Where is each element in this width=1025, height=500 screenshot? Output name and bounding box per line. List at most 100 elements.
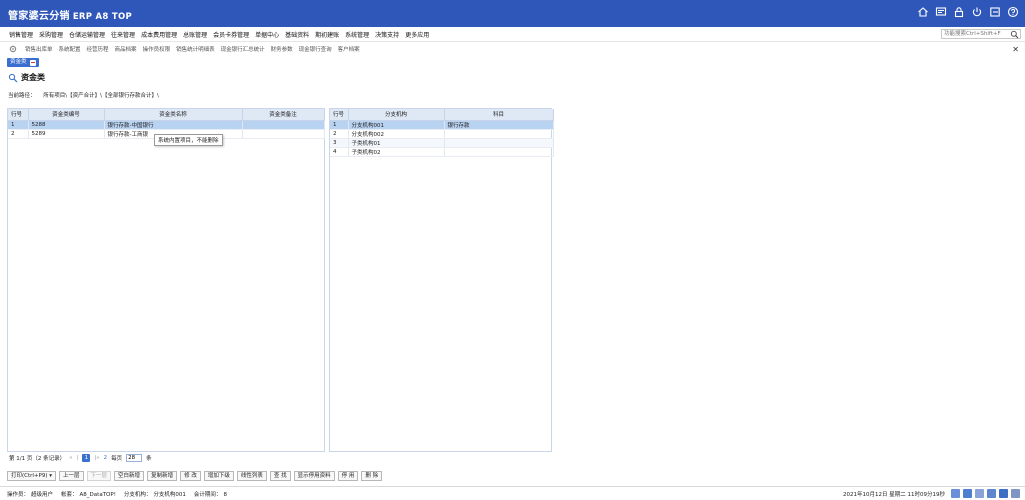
grid-icon[interactable] [999, 489, 1008, 498]
branch-cell[interactable]: 分支机构002 [348, 129, 445, 139]
help-icon[interactable] [1007, 6, 1019, 18]
breadcrumb-path[interactable]: 所有项目\【资产合计】\【全部银行存款合计】\ [43, 93, 159, 99]
menu-item[interactable]: 成本费用管理 [141, 30, 177, 39]
message-icon[interactable] [935, 6, 947, 18]
column-header[interactable]: 资金类编号 [28, 109, 105, 121]
toolbar-button[interactable]: 查 找 [269, 471, 291, 481]
fund-remark-cell[interactable] [242, 120, 325, 130]
table-row[interactable]: 2 分支机构002 [330, 129, 554, 139]
quick-link[interactable]: 经营历程 [87, 45, 109, 53]
tab-label: 资金类 [10, 59, 27, 65]
function-search[interactable] [941, 29, 1021, 39]
toolbar-button[interactable]: 显示停用资料 [293, 471, 335, 481]
power-icon[interactable] [971, 6, 983, 18]
search-icon[interactable] [1010, 30, 1019, 39]
fund-class-grid[interactable]: 行号 资金类编号 资金类名称 资金类备注 1 5288 银行存款-中国银行 2 … [7, 108, 325, 452]
menu-item[interactable]: 总账管理 [183, 30, 207, 39]
menu-item[interactable]: 更多应用 [405, 30, 429, 39]
column-header[interactable]: 资金类备注 [242, 109, 325, 121]
account-subject-cell[interactable] [444, 129, 554, 139]
quick-link[interactable]: 操作员权限 [143, 45, 171, 53]
branch-grid[interactable]: 行号 分支机构 科目 1 分支机构001 银行存款 2 分支机构002 3 子类… [329, 108, 554, 452]
prev-page-button[interactable]: | [76, 455, 78, 461]
period-label: 会计期间： [193, 492, 222, 498]
toolbar-button[interactable]: 上一层 [59, 471, 84, 481]
notepad-icon[interactable] [975, 489, 984, 498]
gear-icon[interactable] [9, 45, 17, 53]
calendar-icon[interactable] [963, 489, 972, 498]
quick-link[interactable]: 客户档案 [338, 45, 360, 53]
period-value: 8 [223, 492, 227, 498]
lock-icon[interactable] [953, 6, 965, 18]
menu-item[interactable]: 单据中心 [255, 30, 279, 39]
status-info: 操作员： 超级用户 帐套： A8_DataTOP! 分支机构： 分支机构001 会计期… [7, 490, 227, 498]
tab-active[interactable]: 资金类 [7, 58, 39, 67]
branch-cell[interactable]: 子类机构01 [348, 138, 445, 148]
quick-link[interactable]: 现金银行查询 [299, 45, 332, 53]
table-row[interactable]: 1 5288 银行存款-中国银行 [8, 120, 325, 130]
quick-link[interactable]: 销售出库单 [25, 45, 53, 53]
per-page-input[interactable] [126, 454, 143, 462]
account-subject-cell[interactable]: 银行存款 [444, 120, 554, 130]
menu-item[interactable]: 会员卡券管理 [213, 30, 249, 39]
home-icon[interactable] [917, 6, 929, 18]
tab-close-icon[interactable] [29, 59, 36, 66]
page-title: 资金类 [21, 73, 45, 82]
account-subject-cell[interactable] [444, 147, 554, 157]
toolbar-button[interactable]: 空白新增 [114, 471, 145, 481]
quick-link[interactable]: 系统配置 [59, 45, 81, 53]
column-header[interactable]: 科目 [444, 109, 554, 121]
close-icon[interactable]: ✕ [1012, 45, 1019, 54]
page-header: 资金类 [8, 72, 45, 83]
table-row[interactable]: 4 子类机构02 [330, 147, 554, 157]
toolbar-button[interactable]: 打印(Ctrl+P9) ▾ [7, 471, 57, 481]
toolbar-button[interactable]: 下一层 [86, 471, 112, 481]
account-value: A8_DataTOP! [79, 492, 116, 498]
app-name: 管家婆云分销 [8, 11, 70, 22]
menu-item[interactable]: 采购管理 [39, 30, 63, 39]
menu-item[interactable]: 仓储运输管理 [69, 30, 105, 39]
first-page-button[interactable]: « [69, 455, 72, 461]
last-page-button[interactable]: 2 [104, 455, 108, 461]
menu-item[interactable]: 期初建账 [315, 30, 339, 39]
column-header[interactable]: 资金类名称 [104, 109, 243, 121]
next-page-button[interactable]: |» [94, 455, 99, 461]
branch-label: 分支机构： [123, 492, 152, 498]
user-group-icon[interactable] [1011, 489, 1020, 498]
fund-remark-cell[interactable] [242, 129, 325, 139]
column-header[interactable]: 行号 [330, 109, 349, 121]
quick-link[interactable]: 商品档案 [115, 45, 137, 53]
menu-item[interactable]: 基础资料 [285, 30, 309, 39]
quick-link[interactable]: 财务参数 [271, 45, 293, 53]
menu-item[interactable]: 往来管理 [111, 30, 135, 39]
keyboard-icon[interactable] [987, 489, 996, 498]
toolbar-button[interactable]: 修 改 [180, 471, 201, 481]
branch-cell[interactable]: 分支机构001 [348, 120, 445, 130]
logout-icon[interactable] [989, 6, 1001, 18]
fund-code-cell[interactable]: 5289 [28, 129, 105, 139]
calculator-icon[interactable] [951, 489, 960, 498]
function-search-input[interactable] [944, 30, 1010, 38]
search-folder-icon [8, 73, 18, 83]
quick-link[interactable]: 现金银行汇总统计 [221, 45, 265, 53]
table-row[interactable]: 3 子类机构01 [330, 138, 554, 148]
quick-link[interactable]: 销售统计明细表 [176, 45, 215, 53]
menu-item[interactable]: 销售管理 [9, 30, 33, 39]
menu-item[interactable]: 决策支持 [375, 30, 399, 39]
menu-item[interactable]: 系统管理 [345, 30, 369, 39]
menu-list: 销售管理 采购管理 仓储运输管理 往来管理 成本费用管理 总账管理 会员卡券管理 单据中心 基础… [9, 30, 429, 39]
fund-name-cell[interactable]: 银行存款-中国银行 [104, 120, 243, 130]
operator-value: 超级用户 [31, 492, 54, 498]
toolbar-button[interactable]: 停 用 [337, 471, 359, 481]
current-page[interactable]: 1 [82, 454, 91, 462]
toolbar-button[interactable]: 复制新增 [147, 471, 178, 481]
table-row[interactable]: 1 分支机构001 银行存款 [330, 120, 554, 130]
toolbar-button[interactable]: 增加下级 [203, 471, 234, 481]
toolbar-button[interactable]: 删 除 [361, 471, 383, 481]
column-header[interactable]: 分支机构 [348, 109, 445, 121]
fund-code-cell[interactable]: 5288 [28, 120, 105, 130]
column-header[interactable]: 行号 [8, 109, 29, 121]
branch-cell[interactable]: 子类机构02 [348, 147, 445, 157]
account-subject-cell[interactable] [444, 138, 554, 148]
toolbar-button[interactable]: 线性列表 [236, 471, 267, 481]
